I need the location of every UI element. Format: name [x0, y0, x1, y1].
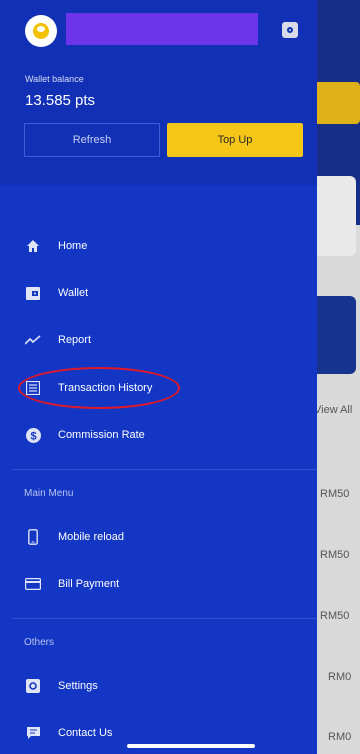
menu-item-mobile-reload[interactable]: Mobile reload: [0, 515, 317, 559]
amount-label: RM0: [328, 671, 352, 683]
menu-label: Bill Payment: [58, 578, 120, 590]
wallet-balance-label: Wallet balance: [25, 74, 84, 84]
menu-item-settings[interactable]: Settings: [0, 664, 317, 708]
divider: [12, 469, 317, 470]
topup-button[interactable]: Top Up: [167, 123, 303, 157]
section-title-main-menu: Main Menu: [24, 488, 74, 499]
redacted-username: [66, 13, 258, 45]
gear-icon[interactable]: [282, 22, 298, 38]
avatar[interactable]: [25, 15, 57, 47]
chat-icon: [25, 725, 41, 741]
menu-item-bill-payment[interactable]: Bill Payment: [0, 562, 317, 606]
menu-label: Commission Rate: [58, 429, 145, 441]
home-indicator[interactable]: [127, 744, 255, 748]
svg-text:$: $: [30, 430, 36, 442]
report-icon: [25, 332, 41, 348]
dollar-icon: $: [25, 427, 41, 443]
amount-label: RM50: [320, 610, 350, 622]
menu-item-commission-rate[interactable]: $ Commission Rate: [0, 413, 317, 457]
phone-icon: [25, 529, 41, 545]
menu-label: Report: [58, 334, 92, 346]
menu-item-wallet[interactable]: Wallet: [0, 271, 317, 315]
home-icon: [25, 238, 41, 254]
gear-icon: [25, 678, 41, 694]
menu-item-report[interactable]: Report: [0, 318, 317, 362]
amount-label: RM50: [320, 549, 350, 561]
menu-label: Home: [58, 240, 88, 252]
menu-label: Mobile reload: [58, 531, 125, 543]
menu-label: Contact Us: [58, 727, 113, 739]
menu-label: Wallet: [58, 287, 89, 299]
user-icon: [33, 23, 49, 39]
amount-label: RM0: [328, 731, 352, 743]
menu-label: Settings: [58, 680, 98, 692]
divider: [12, 618, 317, 619]
navigation-drawer: Wallet balance 13.585 pts Refresh Top Up…: [0, 0, 317, 754]
view-all-link: View All: [314, 404, 353, 416]
amount-label: RM50: [320, 488, 350, 500]
menu-item-home[interactable]: Home: [0, 224, 317, 268]
refresh-button[interactable]: Refresh: [24, 123, 160, 157]
card-icon: [25, 576, 41, 592]
wallet-icon: [25, 285, 41, 301]
wallet-balance-value: 13.585 pts: [25, 92, 96, 109]
highlight-circle: [18, 367, 180, 409]
section-title-others: Others: [24, 637, 55, 648]
